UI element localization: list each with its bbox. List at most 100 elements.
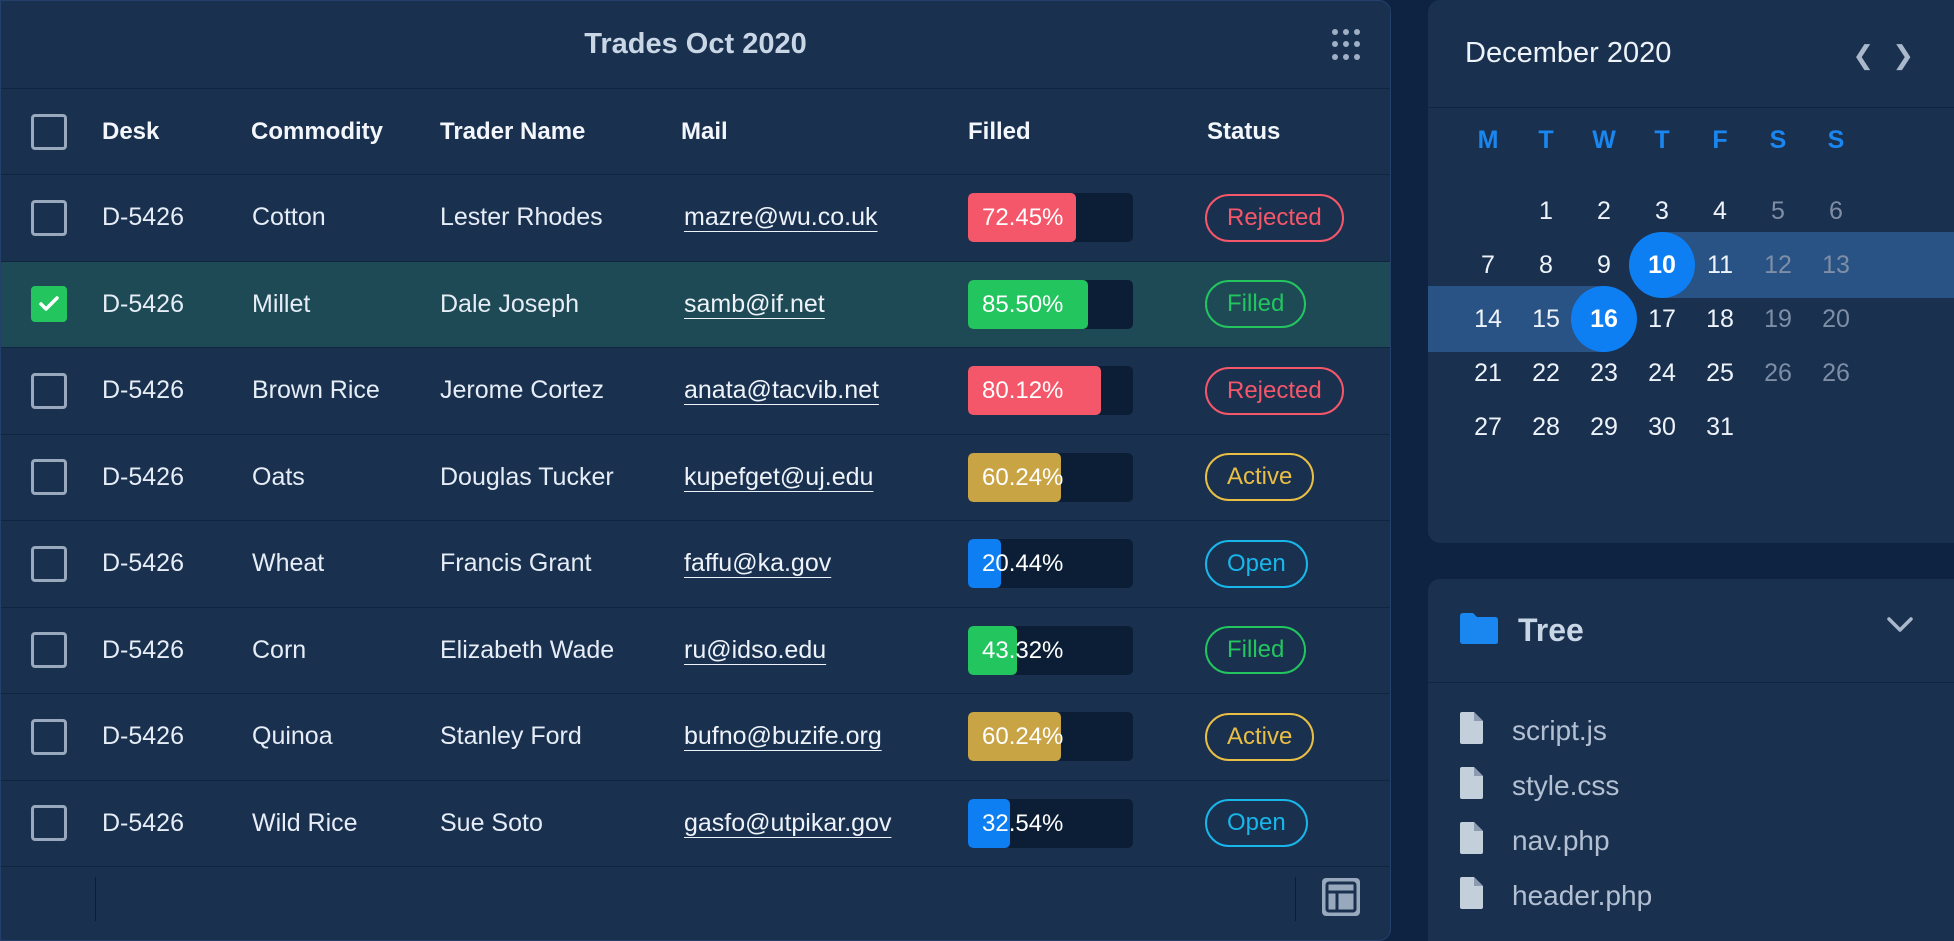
column-header-desk[interactable]: Desk [102, 118, 159, 146]
tree-file-item[interactable]: style.css [1458, 758, 1652, 813]
checkmark-icon [39, 296, 59, 311]
trader-name-cell: Sue Soto [440, 808, 543, 837]
commodity-cell: Millet [252, 289, 311, 318]
select-all-checkbox-cell[interactable] [31, 113, 67, 150]
mail-link[interactable]: samb@if.net [684, 290, 825, 319]
row-checkbox-cell[interactable] [31, 718, 67, 755]
table-row[interactable]: D-5426 Wheat Francis Grant faffu@ka.gov 20.4… [1, 521, 1390, 608]
commodity-cell: Quinoa [252, 722, 333, 751]
column-header-mail[interactable]: Mail [681, 118, 728, 146]
table-row[interactable]: D-5426 Corn Elizabeth Wade ru@idso.edu 43.32… [1, 608, 1390, 694]
filled-progress-bar: 20.44% [968, 539, 1133, 589]
chevron-down-icon[interactable] [1886, 616, 1914, 639]
filled-percent: 72.45% [982, 204, 1064, 232]
row-checkbox-cell[interactable] [31, 805, 67, 842]
filled-progress-bar: 85.50% [968, 279, 1133, 329]
trader-name-cell: Stanley Ford [440, 722, 582, 751]
table-row[interactable]: D-5426 Millet Dale Joseph samb@if.net 85.50%… [1, 261, 1390, 348]
row-checkbox[interactable] [31, 718, 67, 755]
row-checkbox[interactable] [31, 199, 67, 236]
previous-month-icon[interactable]: ❮ [1852, 40, 1874, 71]
trader-name-cell: Elizabeth Wade [440, 635, 615, 664]
row-checkbox[interactable] [31, 545, 67, 582]
desk-cell: D-5426 [102, 376, 184, 405]
tree-file-label: style.css [1512, 769, 1620, 801]
row-checkbox-cell[interactable] [31, 372, 67, 409]
calendar-day[interactable]: 26 [1806, 340, 1866, 406]
weekday-label: M [1477, 126, 1499, 154]
calendar-panel: December 2020 ❮ ❯ M T W T F S S 1 2 3 4 5 6 7 8 9 10 11 12… [1428, 0, 1954, 543]
row-checkbox[interactable] [31, 805, 67, 842]
column-header-commodity[interactable]: Commodity [251, 118, 383, 146]
commodity-cell: Cotton [252, 203, 326, 232]
table-row[interactable]: D-5426 Brown Rice Jerome Cortez anata@tacvi… [1, 348, 1390, 435]
row-checkbox[interactable] [31, 372, 67, 409]
table-row[interactable]: D-5426 Wild Rice Sue Soto gasfo@utpikar.gov… [1, 781, 1390, 867]
mail-link[interactable]: mazre@wu.co.uk [684, 203, 878, 232]
row-checkbox[interactable] [31, 632, 67, 669]
commodity-cell: Brown Rice [252, 376, 380, 405]
tree-file-item[interactable]: nav.php [1458, 813, 1652, 868]
calendar-header: December 2020 ❮ ❯ [1428, 0, 1954, 108]
filled-progress-bar: 60.24% [968, 712, 1133, 762]
calendar-day[interactable]: 27 [1458, 394, 1518, 460]
row-checkbox-cell[interactable] [31, 545, 67, 582]
trader-name-cell: Lester Rhodes [440, 203, 603, 232]
status-badge: Rejected [1205, 366, 1344, 415]
filled-percent: 20.44% [982, 550, 1064, 578]
commodity-cell: Wild Rice [252, 808, 358, 837]
mail-link[interactable]: gasfo@utpikar.gov [684, 809, 891, 838]
tree-file-item[interactable]: header.php [1458, 868, 1652, 923]
column-header-trader-name[interactable]: Trader Name [440, 118, 585, 146]
calendar-day[interactable]: 30 [1632, 394, 1692, 460]
calendar-day[interactable]: 31 [1690, 394, 1750, 460]
table-row[interactable]: D-5426 Quinoa Stanley Ford bufno@buzife.org… [1, 694, 1390, 781]
filled-percent: 32.54% [982, 809, 1064, 837]
weekday-label: W [1592, 126, 1616, 154]
commodity-cell: Wheat [252, 549, 325, 578]
mail-link[interactable]: kupefget@uj.edu [684, 463, 873, 492]
select-all-checkbox[interactable] [31, 113, 67, 150]
column-header-status[interactable]: Status [1207, 118, 1280, 146]
tree-file-label: header.php [1512, 879, 1653, 911]
tree-file-item[interactable]: script.js [1458, 703, 1652, 758]
status-badge: Rejected [1205, 193, 1344, 242]
desk-cell: D-5426 [102, 289, 184, 318]
file-icon [1458, 876, 1484, 915]
filled-percent: 60.24% [982, 463, 1064, 491]
table-row[interactable]: D-5426 Cotton Lester Rhodes mazre@wu.co.uk 7… [1, 175, 1390, 262]
status-badge: Open [1205, 799, 1308, 848]
row-checkbox-cell[interactable] [31, 286, 67, 323]
mail-link[interactable]: faffu@ka.gov [684, 549, 831, 578]
row-checkbox[interactable] [31, 459, 67, 496]
trader-name-cell: Jerome Cortez [440, 376, 604, 405]
apps-grid-icon[interactable] [1332, 29, 1364, 61]
mail-link[interactable]: ru@idso.edu [684, 636, 826, 665]
row-checkbox[interactable] [31, 286, 67, 323]
desk-cell: D-5426 [102, 722, 184, 751]
column-header-filled[interactable]: Filled [968, 118, 1031, 146]
trader-name-cell: Douglas Tucker [440, 462, 614, 491]
row-checkbox-cell[interactable] [31, 199, 67, 236]
row-checkbox-cell[interactable] [31, 632, 67, 669]
filled-progress-bar: 72.45% [968, 193, 1133, 243]
table-layout-icon[interactable] [1322, 878, 1360, 916]
trader-name-cell: Dale Joseph [440, 289, 579, 318]
status-badge: Filled [1205, 280, 1307, 329]
status-badge: Active [1205, 712, 1315, 761]
desk-cell: D-5426 [102, 203, 184, 232]
filled-percent: 80.12% [982, 377, 1064, 405]
file-icon [1458, 821, 1484, 860]
calendar-day[interactable]: 26 [1748, 340, 1808, 406]
next-month-icon[interactable]: ❯ [1892, 40, 1914, 71]
tree-header[interactable]: Tree [1428, 579, 1954, 683]
trades-title: Trades Oct 2020 [584, 28, 807, 60]
table-row[interactable]: D-5426 Oats Douglas Tucker kupefget@uj.edu 6… [1, 435, 1390, 521]
calendar-day[interactable]: 29 [1574, 394, 1634, 460]
calendar-day[interactable]: 28 [1516, 394, 1576, 460]
mail-link[interactable]: bufno@buzife.org [684, 722, 882, 751]
weekday-label: T [1538, 126, 1554, 154]
mail-link[interactable]: anata@tacvib.net [684, 376, 879, 405]
row-checkbox-cell[interactable] [31, 459, 67, 496]
filled-percent: 43.32% [982, 636, 1064, 664]
